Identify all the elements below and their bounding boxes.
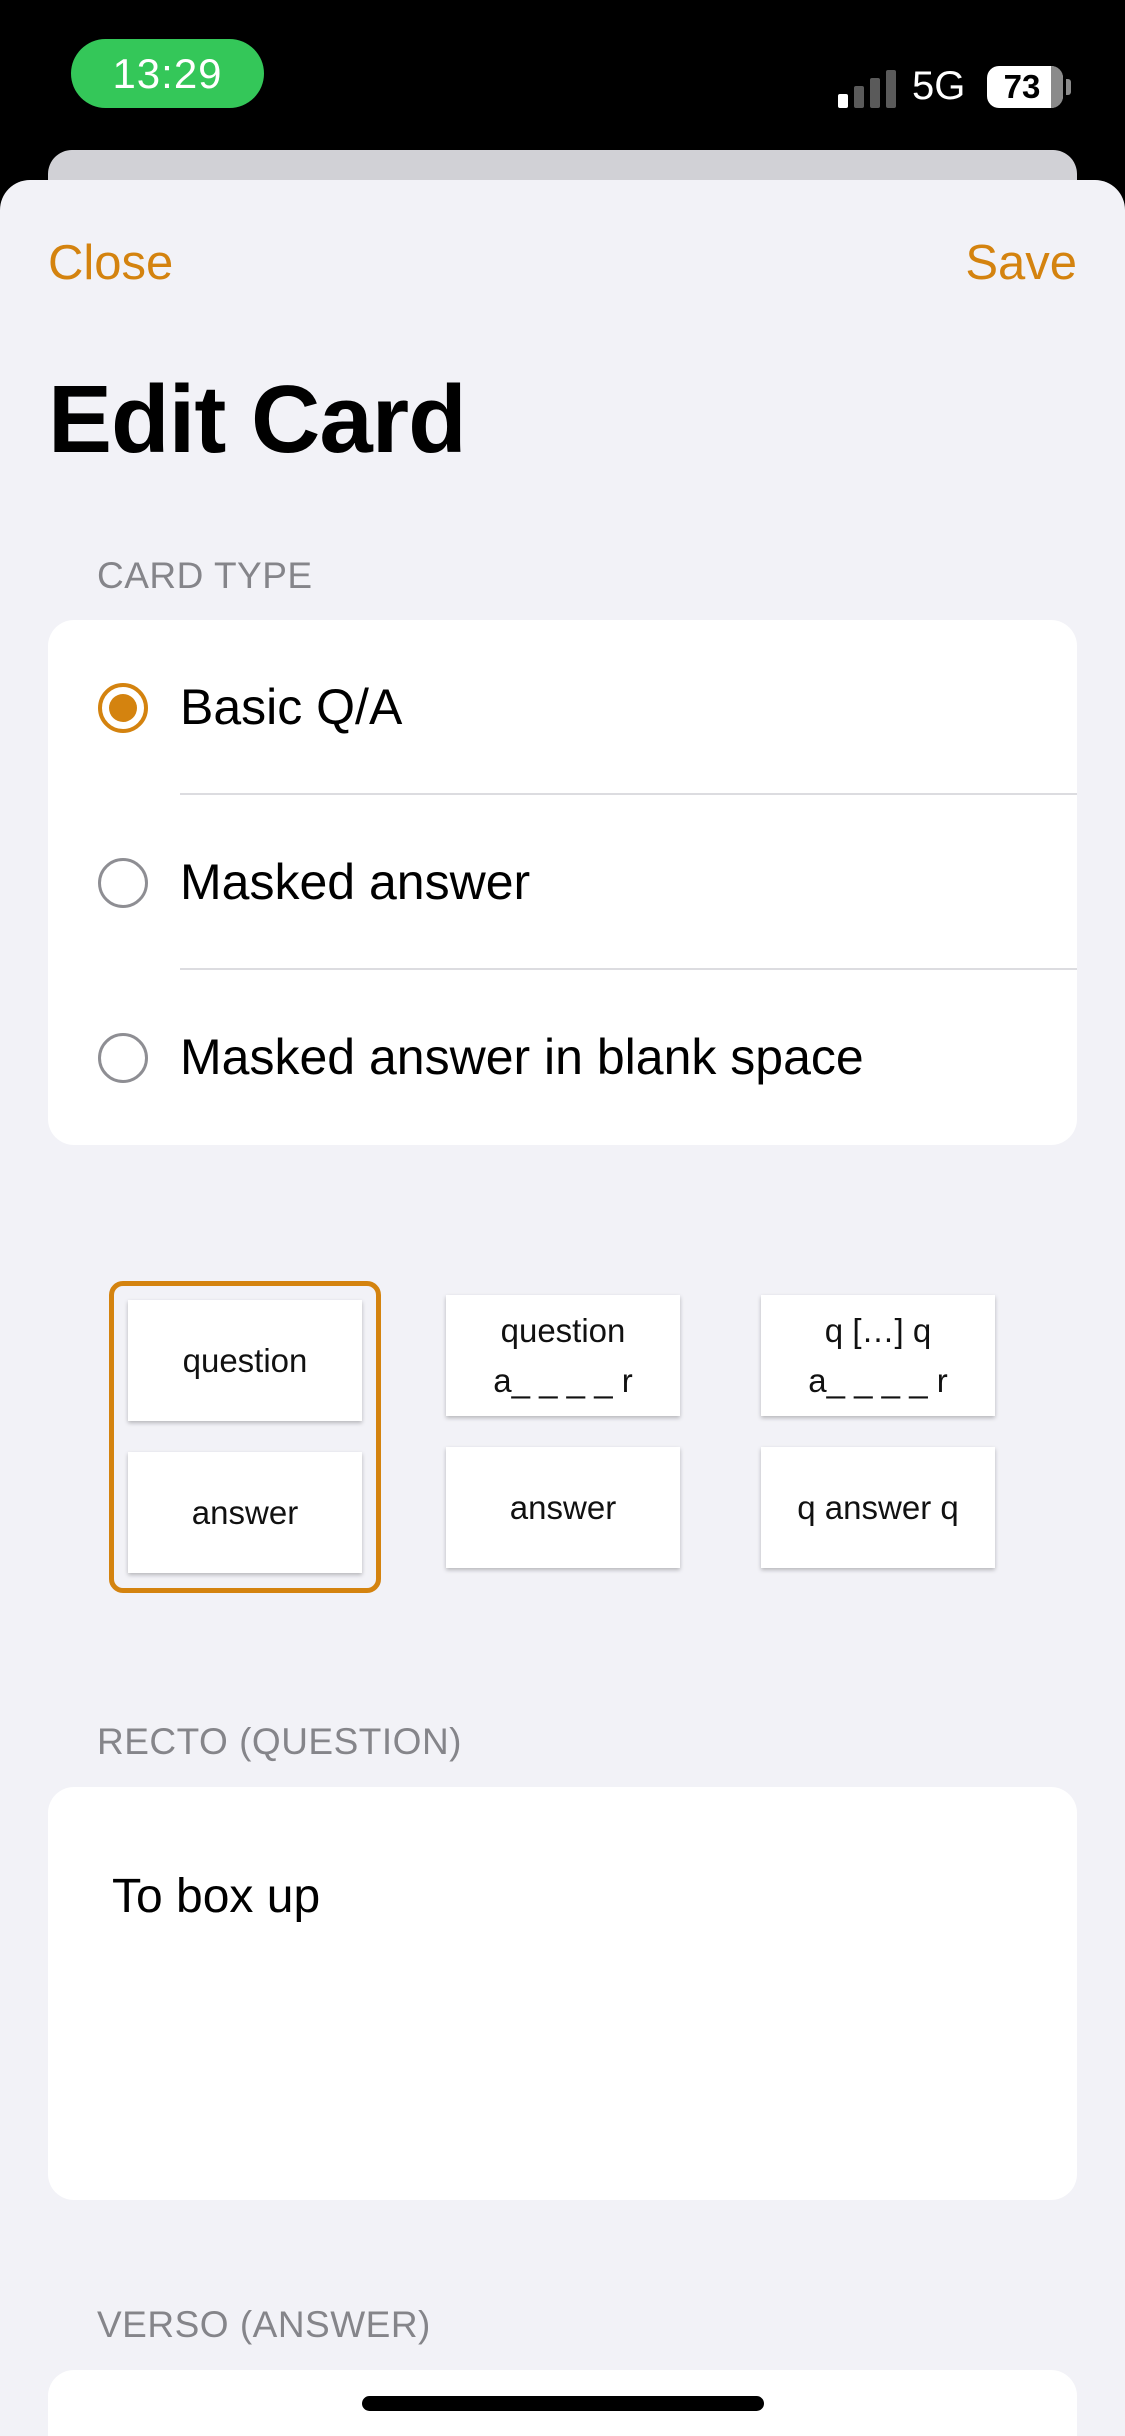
battery-level: 73 (1003, 68, 1041, 105)
card-type-label: Basic Q/A (180, 679, 403, 735)
save-button[interactable]: Save (965, 235, 1077, 291)
template-front-text: question (500, 1311, 626, 1349)
template-back-card: answer (128, 1452, 362, 1573)
template-masked-text: a_ _ _ _ r (493, 1361, 633, 1399)
template-back-text: answer (509, 1488, 617, 1526)
template-back-text: answer (191, 1493, 299, 1531)
status-time[interactable]: 13:29 (71, 39, 264, 108)
template-front-card: q […] q a_ _ _ _ r (761, 1295, 995, 1416)
card-type-label: Masked answer (180, 854, 531, 910)
radio-unselected-icon (98, 858, 148, 908)
card-type-option-masked-blank[interactable]: Masked answer in blank space (48, 970, 1077, 1145)
network-type: 5G (912, 64, 966, 108)
card-type-header: CARD TYPE (97, 555, 313, 596)
cellular-signal-icon (838, 68, 898, 108)
template-front-text: q […] q (824, 1311, 932, 1349)
template-option-basic[interactable]: question answer (109, 1281, 381, 1593)
recto-header: RECTO (QUESTION) (97, 1721, 462, 1762)
battery-tip (1066, 79, 1071, 95)
card-type-group: Basic Q/A Masked answer Masked answer in… (48, 620, 1077, 1145)
template-option-masked-blank[interactable]: q […] q a_ _ _ _ r q answer q (747, 1281, 1019, 1593)
card-type-option-basic[interactable]: Basic Q/A (48, 620, 1077, 795)
page-title: Edit Card (48, 366, 467, 473)
template-front-card: question (128, 1300, 362, 1421)
template-back-card: q answer q (761, 1447, 995, 1568)
card-type-label: Masked answer in blank space (180, 1029, 864, 1085)
radio-selected-icon (98, 683, 148, 733)
template-front-text: question (182, 1341, 308, 1379)
home-indicator[interactable] (362, 2396, 764, 2411)
template-back-text: q answer q (797, 1488, 959, 1526)
close-button[interactable]: Close (48, 235, 173, 291)
edit-card-sheet: Close Save Edit Card CARD TYPE Basic Q/A… (0, 180, 1125, 2436)
card-type-option-masked[interactable]: Masked answer (48, 795, 1077, 970)
template-masked-text: a_ _ _ _ r (808, 1361, 948, 1399)
verso-header: VERSO (ANSWER) (97, 2304, 431, 2345)
screen: 13:29 5G 73 Close Save Edit Card CARD TY… (0, 0, 1125, 2436)
template-option-masked[interactable]: question a_ _ _ _ r answer (432, 1281, 704, 1593)
battery-icon: 73 (987, 66, 1063, 108)
template-back-card: answer (446, 1447, 680, 1568)
template-front-card: question a_ _ _ _ r (446, 1295, 680, 1416)
status-bar: 13:29 5G 73 (0, 0, 1125, 150)
recto-text-field[interactable]: To box up (48, 1787, 1077, 2200)
radio-unselected-icon (98, 1033, 148, 1083)
recto-value: To box up (112, 1870, 321, 1923)
